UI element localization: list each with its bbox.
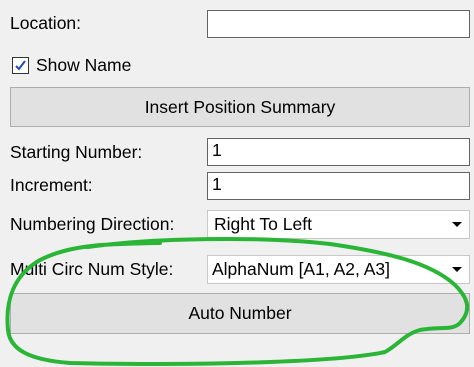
- numbering-direction-label: Numbering Direction:: [10, 214, 175, 234]
- show-name-checkbox[interactable]: Show Name: [12, 54, 131, 76]
- increment-label: Increment:: [10, 175, 93, 195]
- chevron-down-icon[interactable]: [445, 211, 469, 238]
- starting-number-label: Starting Number:: [10, 142, 143, 162]
- multi-circ-num-style-value: AlphaNum [A1, A2, A3]: [212, 259, 391, 279]
- chevron-down-icon[interactable]: [445, 256, 469, 283]
- auto-number-button[interactable]: Auto Number: [10, 293, 470, 334]
- location-input[interactable]: [207, 10, 470, 38]
- show-name-label: Show Name: [36, 55, 132, 75]
- numbering-direction-dropdown[interactable]: Right To Left: [207, 210, 470, 239]
- multi-circ-num-style-dropdown[interactable]: AlphaNum [A1, A2, A3]: [207, 255, 470, 284]
- starting-number-input[interactable]: 1: [207, 138, 470, 166]
- multi-circ-num-style-label: Multi Circ Num Style:: [10, 259, 174, 279]
- checkbox-box[interactable]: [12, 56, 29, 74]
- numbering-direction-value: Right To Left: [214, 214, 312, 234]
- location-label: Location:: [10, 13, 82, 33]
- increment-input[interactable]: 1: [207, 172, 470, 200]
- checkmark-icon: [15, 59, 26, 71]
- insert-position-summary-button[interactable]: Insert Position Summary: [10, 87, 470, 127]
